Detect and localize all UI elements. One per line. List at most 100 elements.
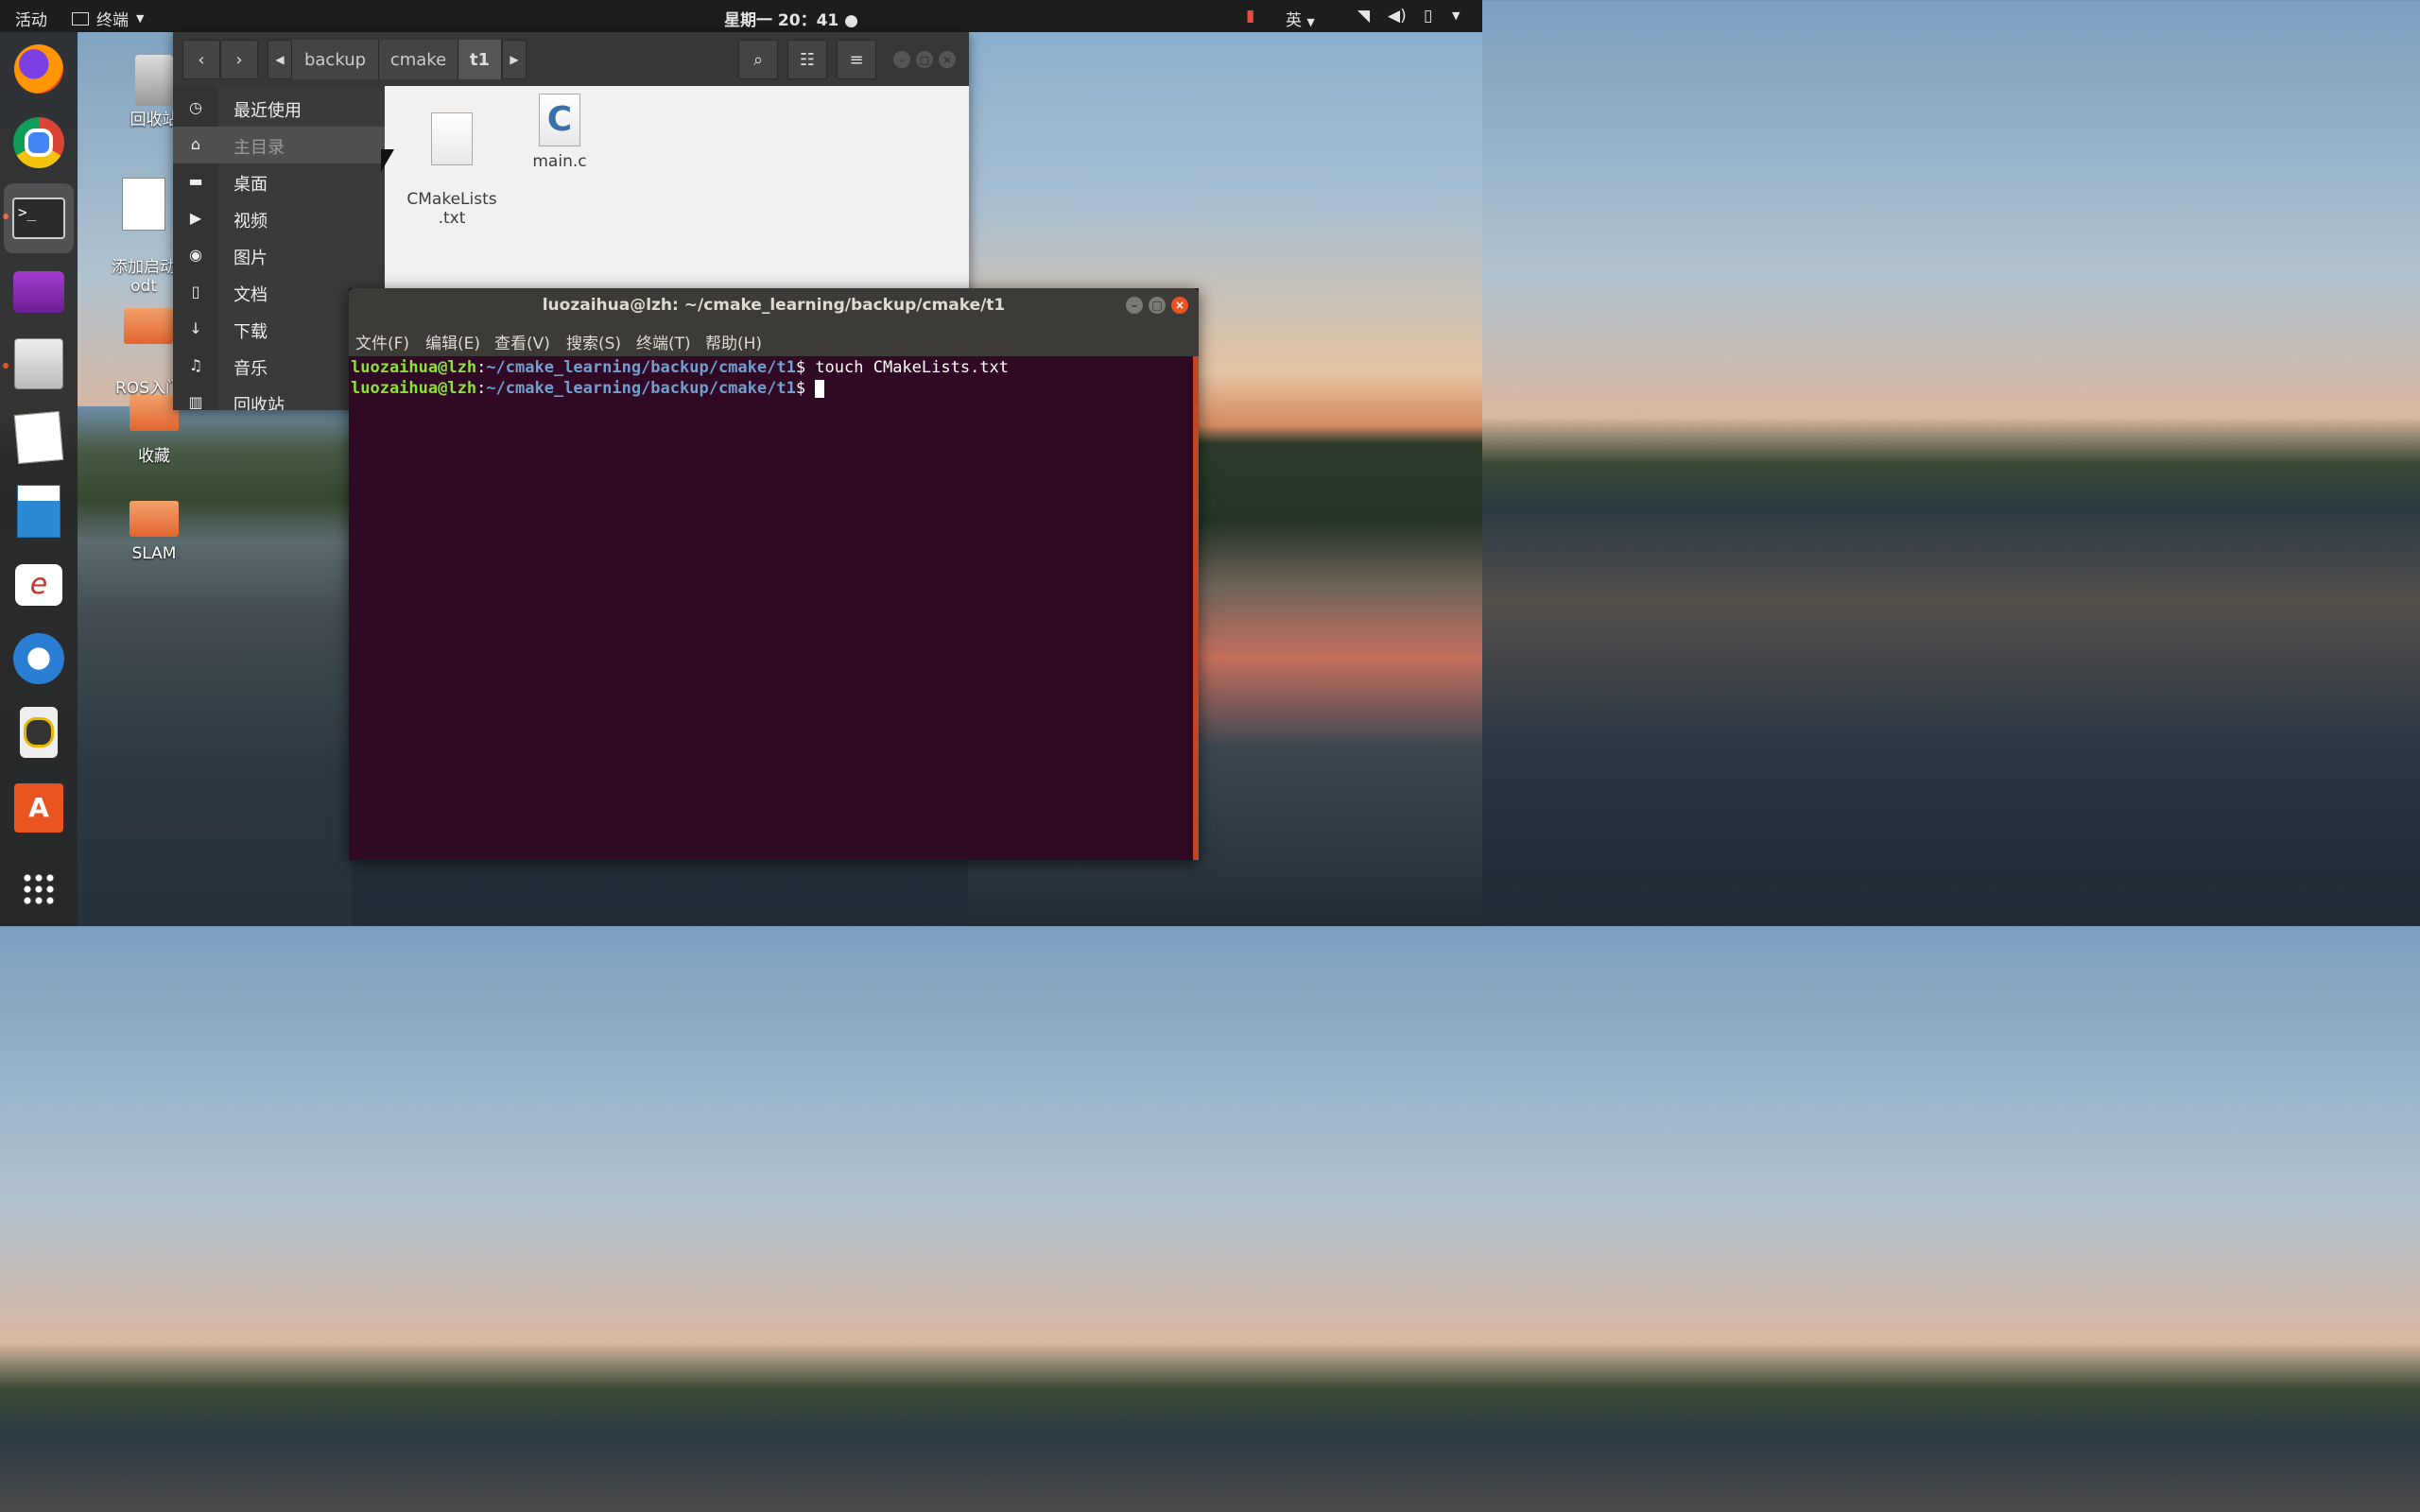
dock: >_ e A	[0, 32, 78, 926]
music-icon: ♫	[188, 356, 203, 374]
document-icon: ▯	[191, 283, 200, 301]
prompt-path: ~/cmake_learning/backup/cmake/t1	[486, 358, 796, 377]
trash-icon: ▥	[188, 393, 203, 410]
firefox-icon	[14, 44, 63, 94]
breadcrumb-backup[interactable]: backup	[292, 40, 379, 79]
e-reader-icon: e	[15, 564, 62, 606]
back-button[interactable]: ‹	[182, 40, 220, 79]
e-reader-launcher[interactable]: e	[11, 558, 66, 612]
maximize-button[interactable]: □	[916, 51, 933, 68]
terminal-titlebar[interactable]: luozaihua@lzh: ~/cmake_learning/backup/c…	[349, 288, 1199, 322]
trash-icon	[135, 55, 173, 106]
terminal-icon: >_	[12, 198, 65, 239]
breadcrumb-t1[interactable]: t1	[458, 40, 502, 79]
terminal-output[interactable]: luozaihua@lzh:~/cmake_learning/backup/cm…	[349, 356, 1193, 860]
terminal-launcher[interactable]: >_	[4, 183, 74, 253]
minimize-button[interactable]: –	[1126, 297, 1143, 314]
firefox-launcher[interactable]	[11, 42, 66, 96]
notification-dot-icon: ●	[844, 11, 858, 30]
activities-button[interactable]: 活动	[15, 7, 47, 30]
menu-edit[interactable]: 编辑(E)	[425, 330, 480, 353]
breadcrumb-right-button[interactable]: ▶	[502, 40, 527, 79]
menu-button[interactable]: ≡	[837, 40, 876, 79]
document-icon	[122, 178, 165, 231]
battery-icon[interactable]: ▯	[1424, 7, 1432, 26]
terminal-scroll-edge	[1193, 356, 1199, 860]
system-menu-chevron-icon[interactable]: ▼	[1452, 9, 1460, 22]
input-method-label: 英	[1286, 11, 1302, 30]
menu-terminal[interactable]: 终端(T)	[636, 330, 691, 353]
sidebar-item-label: 视频	[233, 212, 268, 232]
folder-icon	[130, 395, 179, 431]
cheese-launcher[interactable]	[11, 265, 66, 319]
wifi-icon[interactable]: ◥	[1357, 7, 1370, 26]
breadcrumb-left-button[interactable]: ◀	[268, 40, 292, 79]
sidebar-item-pictures[interactable]: ◉ 图片	[173, 237, 385, 274]
minimize-button[interactable]: –	[893, 51, 910, 68]
maximize-button[interactable]: □	[1149, 297, 1166, 314]
chevron-down-icon: ▼	[1306, 16, 1315, 28]
chevron-right-icon: ›	[235, 49, 243, 70]
chrome-launcher[interactable]	[11, 115, 66, 170]
menu-view[interactable]: 查看(V)	[494, 330, 550, 353]
view-toggle-button[interactable]: ☷	[787, 40, 827, 79]
file-item-cmakelists[interactable]: CMakeLists .txt	[400, 94, 504, 247]
libreoffice-impress-launcher[interactable]	[11, 484, 66, 539]
download-icon: ↓	[189, 319, 202, 337]
sidebar-item-label: 最近使用	[233, 101, 302, 121]
clock[interactable]: 星期一 20：41 ●	[724, 7, 858, 30]
recording-icon[interactable]: ▮	[1246, 7, 1254, 26]
show-applications-button[interactable]	[11, 862, 66, 917]
sidebar-item-label: 音乐	[233, 359, 268, 379]
search-icon: ⌕	[752, 49, 764, 70]
desktop-icon-slam-folder[interactable]: SLAM	[121, 501, 187, 563]
app-menu-label: 终端	[96, 11, 129, 30]
c-source-file-icon: C	[539, 94, 580, 146]
clock-icon: ◷	[189, 98, 202, 116]
close-button[interactable]: ×	[1171, 297, 1188, 314]
forward-button[interactable]: ›	[220, 40, 258, 79]
software-center-launcher[interactable]: A	[11, 781, 66, 835]
close-button[interactable]: ×	[939, 51, 956, 68]
menu-search[interactable]: 搜索(S)	[566, 330, 621, 353]
files-launcher[interactable]	[11, 336, 66, 391]
file-name: main.c	[532, 152, 587, 171]
terminal-window: luozaihua@lzh: ~/cmake_learning/backup/c…	[349, 288, 1199, 860]
speaker-icon	[20, 707, 58, 758]
prompt-path: ~/cmake_learning/backup/cmake/t1	[486, 379, 796, 398]
sidebar-item-desktop[interactable]: ▬ 桌面	[173, 163, 385, 200]
sidebar-item-home[interactable]: ⌂ 主目录	[173, 127, 385, 163]
breadcrumb-cmake[interactable]: cmake	[379, 40, 458, 79]
running-indicator	[3, 363, 9, 369]
webcam-icon	[13, 271, 64, 313]
sidebar-item-label: 文档	[233, 285, 268, 305]
terminal-small-icon	[72, 11, 89, 26]
menu-file[interactable]: 文件(F)	[355, 330, 409, 353]
wallpaper-left	[78, 406, 352, 926]
list-view-icon: ☷	[799, 49, 816, 70]
folder-icon	[124, 308, 173, 344]
desktop-icon-label: SLAM	[131, 544, 177, 563]
sidebar-item-recent[interactable]: ◷ 最近使用	[173, 90, 385, 127]
terminal-line: luozaihua@lzh:~/cmake_learning/backup/cm…	[351, 358, 1010, 377]
app-menu[interactable]: 终端 ▼	[72, 7, 144, 30]
top-bar: 活动 终端 ▼ 星期一 20：41 ● ▮ 英 ▼ ◥ ◀) ▯ ▼	[0, 0, 1482, 32]
rhythmbox-launcher[interactable]	[11, 705, 66, 760]
app-grid-icon	[22, 872, 56, 906]
thunderbird-launcher[interactable]	[11, 631, 66, 686]
sidebar-item-videos[interactable]: ▶ 视频	[173, 200, 385, 237]
menu-help[interactable]: 帮助(H)	[705, 330, 762, 353]
search-button[interactable]: ⌕	[738, 40, 778, 79]
close-icon: ×	[942, 53, 952, 66]
clock-label: 星期一 20：41	[724, 11, 839, 30]
sidebar-item-label: 回收站	[233, 396, 285, 410]
volume-icon[interactable]: ◀)	[1388, 7, 1407, 26]
sidebar-item-label: 图片	[233, 249, 268, 268]
text-editor-launcher[interactable]	[11, 410, 66, 465]
file-item-main-c[interactable]: C main.c	[508, 94, 612, 171]
desktop-icon-label: 收藏	[138, 447, 170, 466]
input-method[interactable]: 英 ▼	[1286, 7, 1315, 30]
camera-icon: ◉	[189, 246, 202, 264]
chrome-icon	[13, 117, 64, 168]
minimize-icon: –	[1132, 299, 1137, 312]
